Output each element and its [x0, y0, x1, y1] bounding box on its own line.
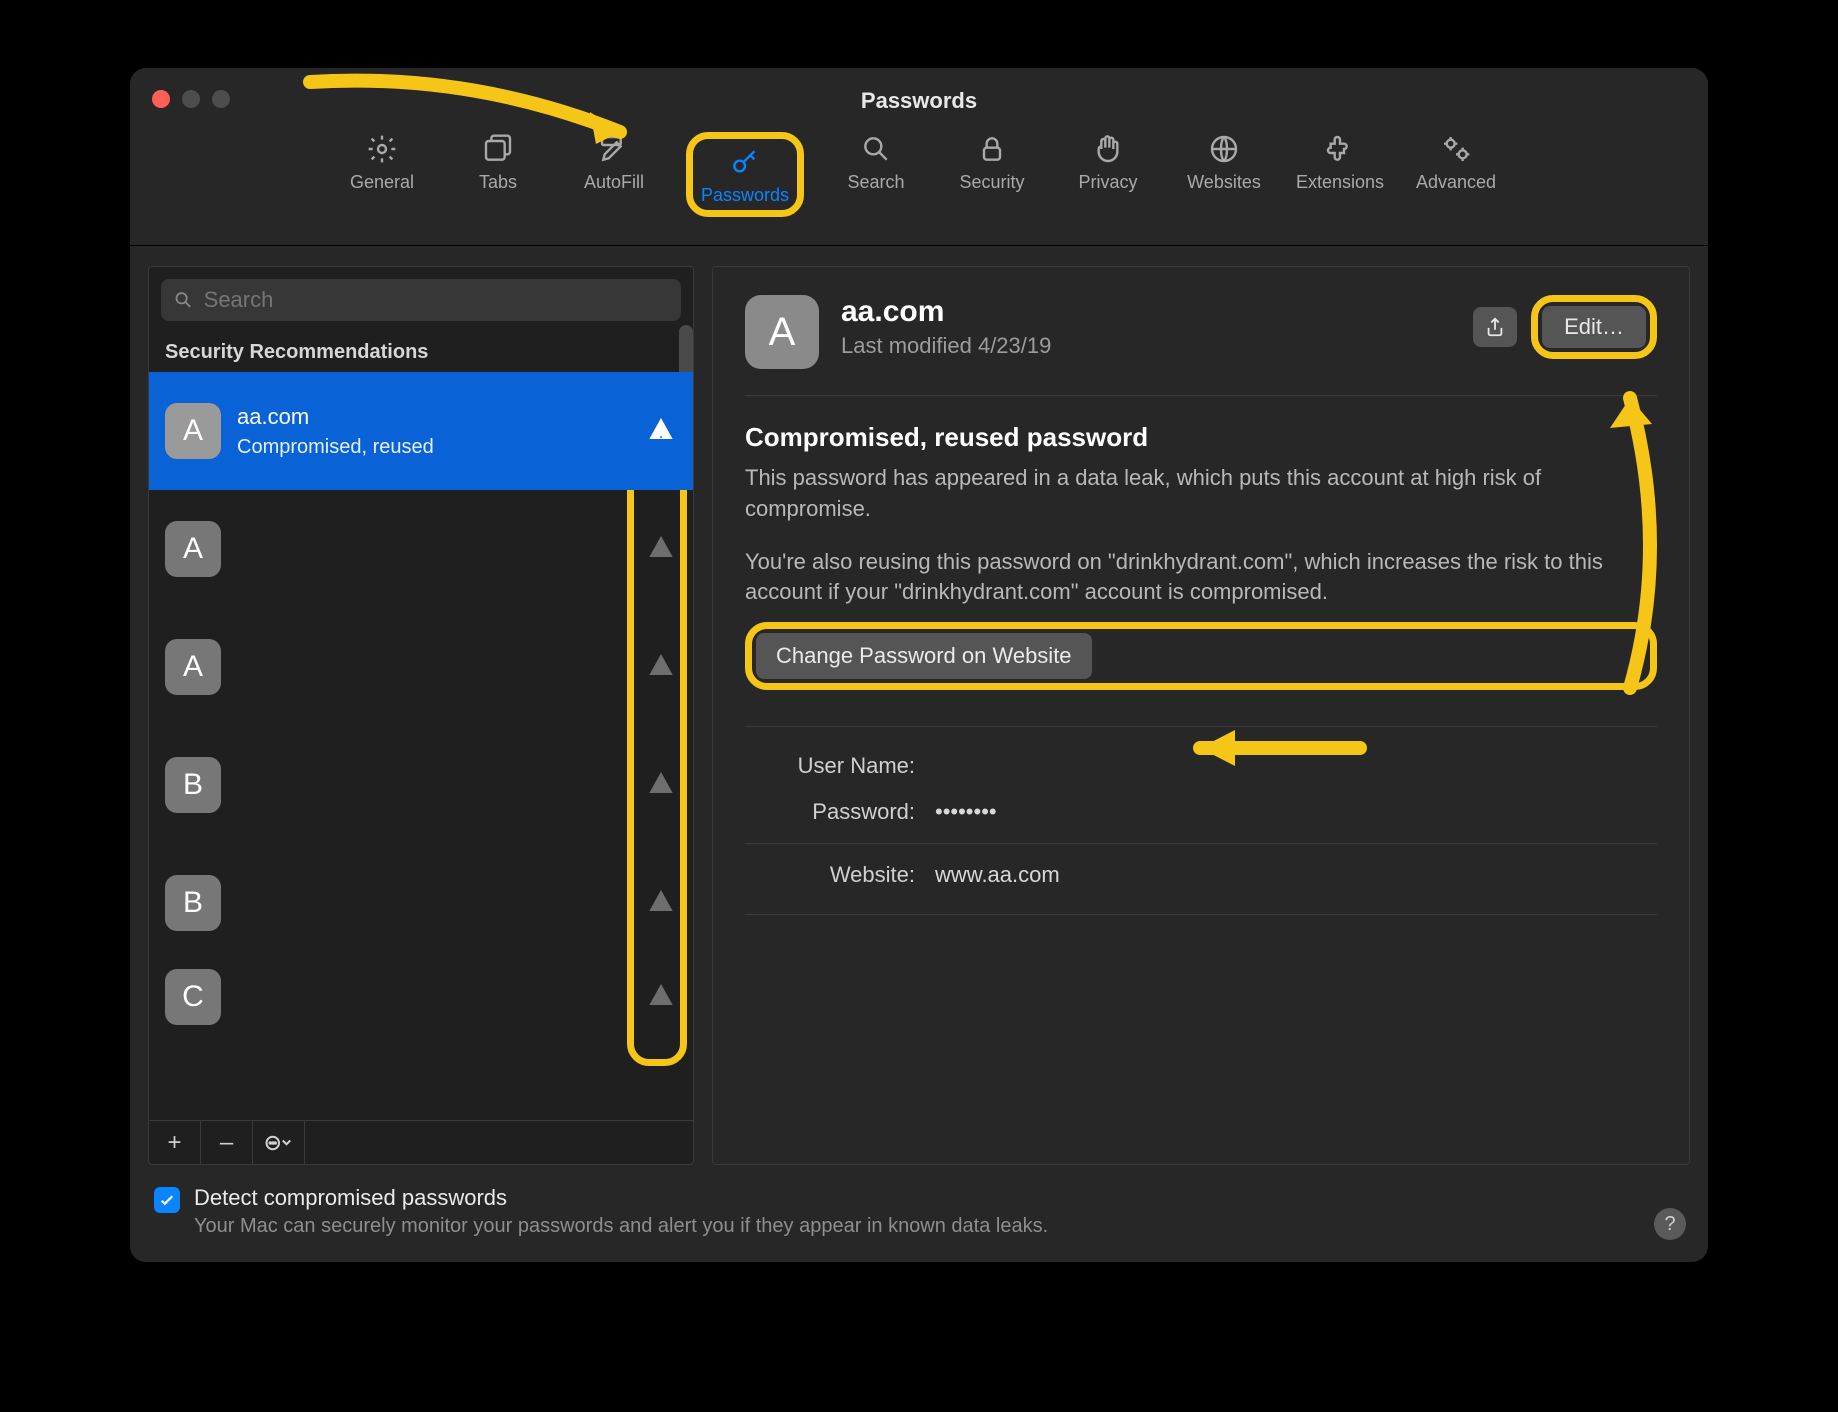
tab-privacy[interactable]: Privacy: [1064, 132, 1152, 217]
close-window-button[interactable]: [152, 90, 170, 108]
ellipsis-chevron-icon: [264, 1134, 294, 1152]
password-row-selected[interactable]: A aa.com Compromised, reused: [149, 372, 693, 490]
warning-icon: [647, 415, 675, 448]
warning-icon: [647, 651, 675, 684]
detect-compromised-footer: Detect compromised passwords Your Mac ca…: [130, 1165, 1708, 1262]
warning-icon: [647, 981, 675, 1014]
detail-avatar: A: [745, 295, 819, 369]
search-icon: [860, 133, 892, 165]
minimize-window-button[interactable]: [182, 90, 200, 108]
detail-title: aa.com: [841, 295, 1051, 329]
more-options-button[interactable]: [253, 1121, 305, 1164]
tab-security[interactable]: Security: [948, 132, 1036, 217]
share-button[interactable]: [1473, 307, 1517, 347]
autofill-icon: [598, 133, 630, 165]
password-row[interactable]: B: [149, 844, 693, 962]
key-icon: [729, 146, 761, 178]
tab-search[interactable]: Search: [832, 132, 920, 217]
site-avatar: B: [165, 875, 221, 931]
warning-icon: [647, 887, 675, 920]
tab-passwords-highlight: Passwords: [686, 132, 804, 217]
zoom-window-button[interactable]: [212, 90, 230, 108]
detect-compromised-checkbox[interactable]: [154, 1187, 180, 1213]
password-list-sidebar: Security Recommendations A aa.com Compro…: [148, 266, 694, 1165]
row-subtitle: Compromised, reused: [237, 436, 434, 459]
warning-icon: [647, 533, 675, 566]
tab-tabs[interactable]: Tabs: [454, 132, 542, 217]
edit-button-highlight: Edit…: [1531, 295, 1657, 359]
detail-modified: Last modified 4/23/19: [841, 333, 1051, 359]
help-button[interactable]: ?: [1654, 1208, 1686, 1240]
tab-extensions[interactable]: Extensions: [1296, 132, 1384, 217]
search-input[interactable]: [204, 287, 669, 313]
preferences-toolbar: General Tabs AutoFill Passwords Search S…: [130, 114, 1708, 246]
detect-compromised-title: Detect compromised passwords: [194, 1185, 1048, 1211]
password-row[interactable]: A: [149, 608, 693, 726]
password-detail-panel: A aa.com Last modified 4/23/19 Edit… Com…: [712, 266, 1690, 1165]
site-avatar: B: [165, 757, 221, 813]
password-list: A aa.com Compromised, reused A A B: [149, 372, 693, 1120]
globe-icon: [1208, 133, 1240, 165]
edit-button[interactable]: Edit…: [1542, 306, 1646, 348]
password-row[interactable]: B: [149, 726, 693, 844]
hand-icon: [1092, 133, 1124, 165]
share-icon: [1484, 316, 1506, 338]
search-icon: [173, 289, 194, 311]
sidebar-footer: + –: [149, 1120, 693, 1164]
check-icon: [158, 1191, 176, 1209]
site-avatar: C: [165, 969, 221, 1025]
tab-autofill[interactable]: AutoFill: [570, 132, 658, 217]
password-row[interactable]: C: [149, 962, 693, 1032]
tab-advanced[interactable]: Advanced: [1412, 132, 1500, 217]
change-password-highlight: Change Password on Website: [745, 622, 1657, 690]
credential-fields: User Name: Password: •••••••• Website: w…: [745, 726, 1657, 915]
tabs-icon: [482, 133, 514, 165]
detect-compromised-subtitle: Your Mac can securely monitor your passw…: [194, 1215, 1048, 1238]
window-title: Passwords: [130, 68, 1708, 114]
site-avatar: A: [165, 403, 221, 459]
tab-general[interactable]: General: [338, 132, 426, 217]
search-field-wrapper[interactable]: [161, 279, 681, 321]
password-row[interactable]: A: [149, 490, 693, 608]
tab-passwords[interactable]: Passwords: [701, 145, 789, 206]
lock-icon: [976, 133, 1008, 165]
gears-icon: [1440, 133, 1472, 165]
preferences-window: Passwords General Tabs AutoFill Password…: [130, 68, 1708, 1262]
website-label: Website:: [745, 862, 915, 888]
warning-icon: [647, 769, 675, 802]
warning-text-1: This password has appeared in a data lea…: [745, 463, 1657, 525]
warning-heading: Compromised, reused password: [745, 422, 1657, 453]
site-avatar: A: [165, 521, 221, 577]
section-header-security-recommendations: Security Recommendations: [149, 331, 693, 372]
remove-password-button[interactable]: –: [201, 1121, 253, 1164]
website-value[interactable]: www.aa.com: [935, 862, 1060, 888]
site-name: aa.com: [237, 404, 434, 430]
password-value[interactable]: ••••••••: [935, 799, 997, 825]
password-label: Password:: [745, 799, 915, 825]
tab-websites[interactable]: Websites: [1180, 132, 1268, 217]
site-avatar: A: [165, 639, 221, 695]
gear-icon: [366, 133, 398, 165]
window-controls: [152, 90, 230, 108]
puzzle-icon: [1324, 133, 1356, 165]
add-password-button[interactable]: +: [149, 1121, 201, 1164]
username-label: User Name:: [745, 753, 915, 779]
warning-text-2: You're also reusing this password on "dr…: [745, 547, 1657, 609]
change-password-button[interactable]: Change Password on Website: [756, 633, 1092, 679]
